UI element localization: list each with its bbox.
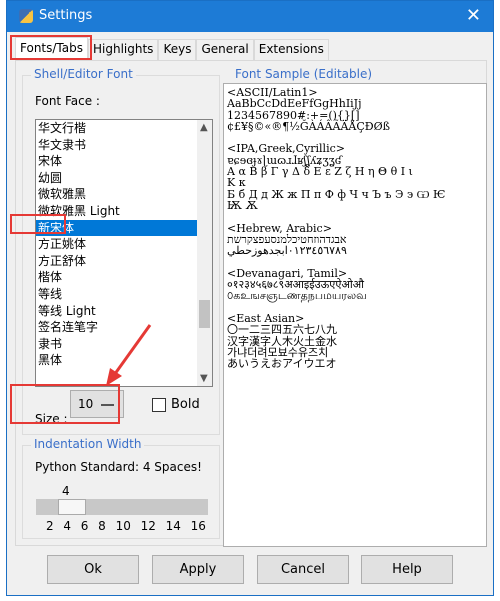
font-list-item[interactable]: 方正舒体 — [36, 253, 212, 270]
group-title: Font Sample (Editable) — [232, 67, 376, 81]
title-bar: Settings ✕ — [7, 1, 493, 32]
tab-fonts-tabs[interactable]: Fonts/Tabs — [15, 37, 88, 60]
annotation-arrow-icon — [106, 324, 152, 386]
slider-tick-label: 12 — [140, 519, 156, 533]
dropdown-indicator-icon — [101, 404, 114, 406]
tab-highlights[interactable]: Highlights — [88, 39, 159, 60]
list-scrollbar[interactable]: ▲ ▼ — [197, 120, 212, 386]
tab-general[interactable]: General — [196, 39, 254, 60]
slider-tick-label: 8 — [98, 519, 106, 533]
slider-thumb[interactable] — [58, 499, 86, 515]
slider-tick-label: 6 — [80, 519, 89, 533]
size-value: 10 — [78, 397, 94, 411]
indent-slider[interactable] — [36, 499, 208, 515]
font-list-item[interactable]: 华文隶书 — [36, 137, 212, 154]
cancel-button[interactable]: Cancel — [257, 555, 349, 584]
font-list-item[interactable]: 宋体 — [36, 153, 212, 170]
scrollbar-thumb[interactable] — [199, 300, 210, 328]
font-list-item[interactable]: 等线 — [36, 286, 212, 303]
slider-tick-label: 14 — [165, 519, 181, 533]
font-list-item[interactable]: 微软雅黑 Light — [36, 203, 212, 220]
indent-note: Python Standard: 4 Spaces! — [35, 460, 202, 474]
slider-tick-label: 2 — [46, 519, 54, 533]
tab-extensions[interactable]: Extensions — [253, 39, 329, 60]
slider-tick-label: 10 — [115, 519, 131, 533]
help-button[interactable]: Help — [361, 555, 453, 584]
slider-tick-label: 16 — [190, 519, 206, 533]
scroll-up-icon[interactable]: ▲ — [200, 122, 208, 133]
window-title: Settings — [39, 8, 93, 23]
size-label: Size : — [35, 412, 68, 426]
tab-keys[interactable]: Keys — [158, 39, 197, 60]
font-list-item[interactable]: 微软雅黑 — [36, 186, 212, 203]
scroll-down-icon[interactable]: ▼ — [200, 373, 208, 384]
font-face-label: Font Face : — [35, 94, 100, 108]
font-list-item[interactable]: 等线 Light — [36, 303, 212, 320]
close-icon[interactable]: ✕ — [466, 5, 481, 26]
python-icon — [19, 9, 33, 23]
size-dropdown[interactable]: 10 — [70, 390, 124, 418]
bold-label: Bold — [171, 397, 200, 412]
font-list-item[interactable]: 新宋体 — [36, 219, 212, 237]
tab-bar: Fonts/Tabs Highlights Keys General Exten… — [15, 37, 329, 60]
slider-ticks: 2 4 6 8 10 12 14 16 — [46, 519, 206, 533]
font-list-item[interactable]: 方正姚体 — [36, 236, 212, 253]
indent-value: 4 — [62, 484, 70, 498]
group-title: Indentation Width — [31, 437, 145, 451]
font-list-item[interactable]: 幼圆 — [36, 170, 212, 187]
font-list-item[interactable]: 华文行楷 — [36, 120, 212, 137]
bold-checkbox[interactable] — [152, 398, 166, 412]
group-title: Shell/Editor Font — [31, 67, 136, 81]
font-list-item[interactable]: 楷体 — [36, 269, 212, 286]
apply-button[interactable]: Apply — [152, 555, 244, 584]
settings-window: Settings ✕ Fonts/Tabs Highlights Keys Ge… — [6, 0, 494, 596]
slider-tick-label: 4 — [63, 519, 72, 533]
font-sample-text[interactable]: <ASCII/Latin1> AaBbCcDdEeFfGgHhIiJj 1234… — [223, 83, 487, 547]
ok-button[interactable]: Ok — [47, 555, 139, 584]
